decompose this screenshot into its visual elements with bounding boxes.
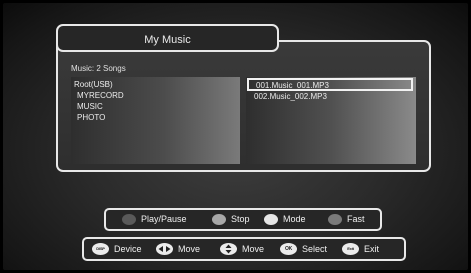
white-dot-icon [264,214,278,225]
legend-label: Play/Pause [141,214,187,224]
up-down-arrows-icon [220,243,237,255]
help-label: Move [242,244,265,254]
mid-gray-dot-icon [328,214,342,225]
file-list: 001.Music_001.MP3 002.Music_002.MP3 [246,77,416,164]
light-gray-dot-icon [212,214,226,225]
key-help-bar: DISP Device Move Move OK Select Exit Exi… [82,237,406,261]
window-title: My Music [56,24,279,52]
file-item[interactable]: 002.Music_002.MP3 [247,91,413,104]
folder-item-myrecord[interactable]: MYRECORD [77,91,124,100]
disp-button-icon: DISP [92,243,109,255]
legend-label: Fast [347,214,365,224]
file-item-selected[interactable]: 001.Music_001.MP3 [247,78,413,91]
folder-item-root[interactable]: Root(USB) [74,80,113,89]
music-browser-panel: Music: 2 Songs Root(USB) MYRECORD MUSIC … [56,40,431,172]
tv-screen: My Music Music: 2 Songs Root(USB) MYRECO… [3,3,468,270]
folder-list: Root(USB) MYRECORD MUSIC PHOTO [71,77,240,164]
legend-label: Mode [283,214,306,224]
ok-button-icon: OK [280,243,297,255]
folder-item-music[interactable]: MUSIC [77,102,103,111]
help-label: Select [302,244,328,254]
song-count: Music: 2 Songs [71,64,126,73]
left-right-arrows-icon [156,243,173,255]
color-key-legend: Play/Pause Stop Mode Fast [104,208,382,231]
help-label: Exit [364,244,380,254]
exit-button-icon: Exit [342,243,359,255]
help-label: Device [114,244,142,254]
folder-item-photo[interactable]: PHOTO [77,113,105,122]
help-label: Move [178,244,201,254]
gray-dot-icon [122,214,136,225]
legend-label: Stop [231,214,250,224]
